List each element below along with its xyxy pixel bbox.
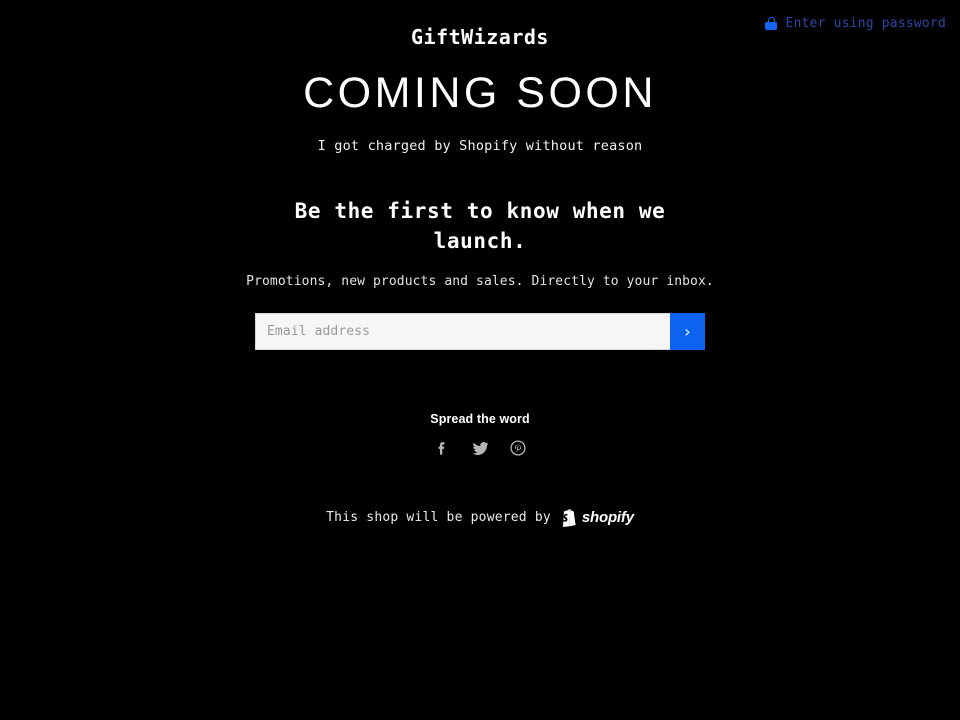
facebook-icon[interactable] <box>432 438 452 458</box>
submit-email-button[interactable]: › <box>670 313 705 351</box>
coming-soon-heading: COMING SOON <box>303 69 657 117</box>
shopify-logo-link[interactable]: shopify <box>560 508 634 528</box>
spread-the-word-label: Spread the word <box>430 412 530 427</box>
social-links <box>0 438 960 458</box>
shop-tagline: I got charged by Shopify without reason <box>317 138 643 154</box>
powered-by-footer: This shop will be powered by shopify <box>0 508 960 528</box>
pinterest-icon[interactable] <box>508 438 528 458</box>
twitter-icon[interactable] <box>470 438 490 458</box>
powered-by-text: This shop will be powered by <box>326 510 551 526</box>
signup-heading: Be the first to know when we launch. <box>294 198 666 253</box>
newsletter-signup-form: › <box>255 313 705 351</box>
signup-subtext: Promotions, new products and sales. Dire… <box>246 274 714 290</box>
shopify-wordmark: shopify <box>581 509 634 527</box>
coming-soon-page: GiftWizards COMING SOON I got charged by… <box>0 0 960 528</box>
shop-title: GiftWizards <box>411 25 549 49</box>
shopify-bag-icon <box>562 509 576 528</box>
email-input[interactable] <box>255 313 670 351</box>
